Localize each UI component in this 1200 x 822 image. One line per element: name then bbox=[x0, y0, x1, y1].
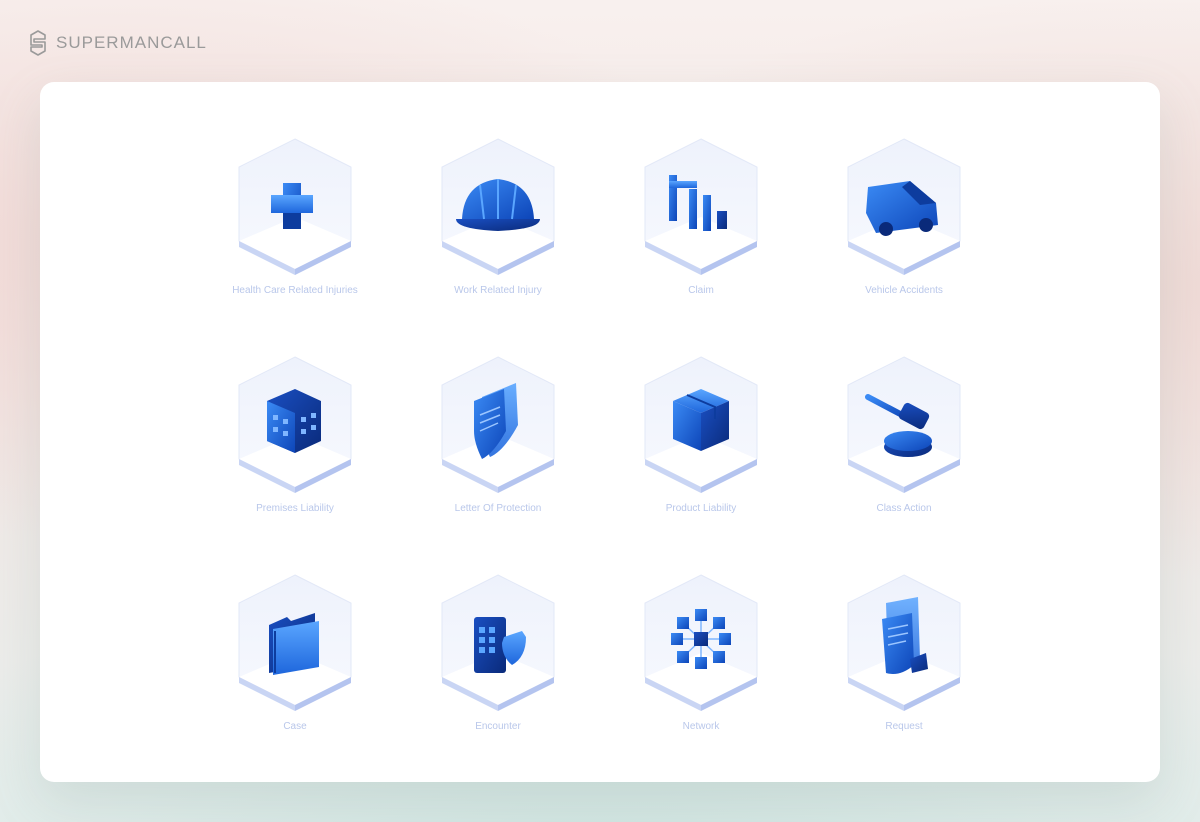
tile-label: Premises Liability bbox=[256, 503, 334, 514]
supermancall-logo-icon bbox=[30, 30, 46, 56]
brand-name: SUPERMANCALL bbox=[56, 33, 207, 52]
document-shield-icon bbox=[441, 356, 555, 493]
receipt-icon bbox=[847, 574, 961, 711]
tile-case[interactable]: Case bbox=[227, 573, 363, 733]
tile-class-action[interactable]: Class Action bbox=[836, 355, 972, 515]
tile-encounter[interactable]: Encounter bbox=[430, 573, 566, 733]
icon-gallery-card: Health Care Related Injuries Work Relate… bbox=[40, 82, 1160, 782]
network-cubes-icon bbox=[644, 574, 758, 711]
tile-label: Vehicle Accidents bbox=[865, 285, 943, 296]
building-icon bbox=[238, 356, 352, 493]
tile-label: Network bbox=[682, 721, 720, 732]
tile-health-care-related-injuries[interactable]: Health Care Related Injuries bbox=[227, 137, 363, 297]
claim-chart-icon bbox=[644, 138, 758, 275]
tile-vehicle-accidents[interactable]: Vehicle Accidents bbox=[836, 137, 972, 297]
brand[interactable]: SUPERMANCALL bbox=[28, 30, 207, 56]
tile-claim[interactable]: Claim bbox=[633, 137, 769, 297]
tile-work-related-injury[interactable]: Work Related Injury bbox=[430, 137, 566, 297]
tile-label: Request bbox=[885, 721, 923, 732]
tile-label: Letter Of Protection bbox=[454, 503, 542, 514]
tile-letter-of-protection[interactable]: Letter Of Protection bbox=[430, 355, 566, 515]
tile-label: Case bbox=[283, 721, 307, 732]
medical-cross-icon bbox=[238, 138, 352, 275]
van-icon bbox=[847, 138, 961, 275]
tile-request[interactable]: Request bbox=[836, 573, 972, 733]
tile-premises-liability[interactable]: Premises Liability bbox=[227, 355, 363, 515]
tile-label: Claim bbox=[688, 285, 714, 296]
tile-label: Encounter bbox=[475, 721, 521, 732]
tile-network[interactable]: Network bbox=[633, 573, 769, 733]
tile-label: Product Liability bbox=[665, 503, 737, 514]
tile-label: Work Related Injury bbox=[454, 285, 542, 296]
package-box-icon bbox=[644, 356, 758, 493]
gavel-icon bbox=[847, 356, 961, 493]
tile-label: Health Care Related Injuries bbox=[232, 285, 358, 296]
folder-icon bbox=[238, 574, 352, 711]
hard-hat-icon bbox=[441, 138, 555, 275]
tile-product-liability[interactable]: Product Liability bbox=[633, 355, 769, 515]
tile-label: Class Action bbox=[876, 503, 932, 514]
icon-grid: Health Care Related Injuries Work Relate… bbox=[227, 137, 972, 733]
phone-shield-icon bbox=[441, 574, 555, 711]
